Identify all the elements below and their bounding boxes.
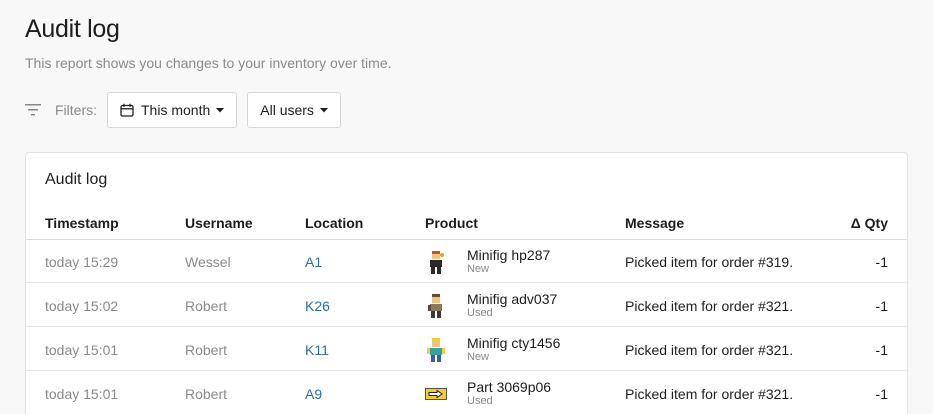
product-cell[interactable]: Minifig hp287 New [425,240,550,283]
table-row: today 15:29 Wessel A1 Minifig hp287 New … [26,240,907,283]
calendar-icon [120,103,134,117]
period-dropdown-label: This month [141,102,211,118]
message-cell: Picked item for order #321. [625,297,794,314]
timestamp-cell: today 15:01 [45,341,119,358]
timestamp-cell: today 15:29 [45,253,119,270]
card-title: Audit log [45,171,108,188]
table-row: today 15:01 Robert K11 Minifig cty1456 N… [26,328,907,371]
qty-cell: -1 [875,385,888,402]
table-row: today 15:01 Robert A9 Part 3069p06 Used … [26,372,907,414]
location-link[interactable]: K11 [305,328,329,371]
location-link[interactable]: A1 [305,240,322,283]
product-name: Part 3069p06 [467,379,552,395]
product-condition: Used [467,307,493,319]
message-cell: Picked item for order #321. [625,385,794,402]
product-cell[interactable]: Part 3069p06 Used [425,372,551,414]
product-cell[interactable]: Minifig cty1456 New [425,328,560,371]
column-header-qty: Δ Qty [850,215,888,231]
period-dropdown[interactable]: This month [107,92,238,128]
product-name: Minifig hp287 [467,247,551,263]
page-title: Audit log [25,15,120,43]
filter-icon[interactable] [25,103,43,117]
message-cell: Picked item for order #319. [625,253,794,270]
column-header-message: Message [625,215,685,231]
page-subtitle: This report shows you changes to your in… [25,55,392,71]
filters-label: Filters: [55,102,97,118]
part-3069p06-icon [425,381,447,407]
product-name: Minifig adv037 [467,291,558,307]
timestamp-cell: today 15:02 [45,297,119,314]
qty-cell: -1 [875,341,888,358]
product-cell[interactable]: Minifig adv037 Used [425,284,557,327]
chevron-down-icon [216,107,225,113]
column-header-product: Product [425,215,478,231]
filters-bar: Filters: This month All users [25,92,351,128]
location-link[interactable]: K26 [305,284,330,327]
timestamp-cell: today 15:01 [45,385,119,402]
product-condition: Used [467,395,493,407]
message-cell: Picked item for order #321. [625,341,794,358]
product-condition: New [467,263,490,275]
qty-cell: -1 [875,297,888,314]
product-name: Minifig cty1456 [467,335,561,351]
location-link[interactable]: A9 [305,372,322,414]
users-dropdown-label: All users [260,102,314,118]
table-row: today 15:02 Robert K26 Minifig adv037 Us… [26,284,907,327]
minifig-hp287-icon [425,249,447,275]
chevron-down-icon [319,107,328,113]
users-dropdown[interactable]: All users [247,92,341,128]
qty-cell: -1 [875,253,888,270]
username-cell: Robert [185,297,228,314]
username-cell: Wessel [185,253,231,270]
minifig-adv037-icon [425,293,447,319]
column-header-username: Username [185,215,253,231]
audit-log-card: Audit log Timestamp Username Location Pr… [25,152,908,414]
product-condition: New [467,351,490,363]
audit-log-page: Audit log This report shows you changes … [0,0,933,414]
username-cell: Robert [185,385,228,402]
column-header-location: Location [305,215,364,231]
minifig-cty1456-icon [425,337,447,363]
username-cell: Robert [185,341,228,358]
column-header-timestamp: Timestamp [45,215,119,231]
